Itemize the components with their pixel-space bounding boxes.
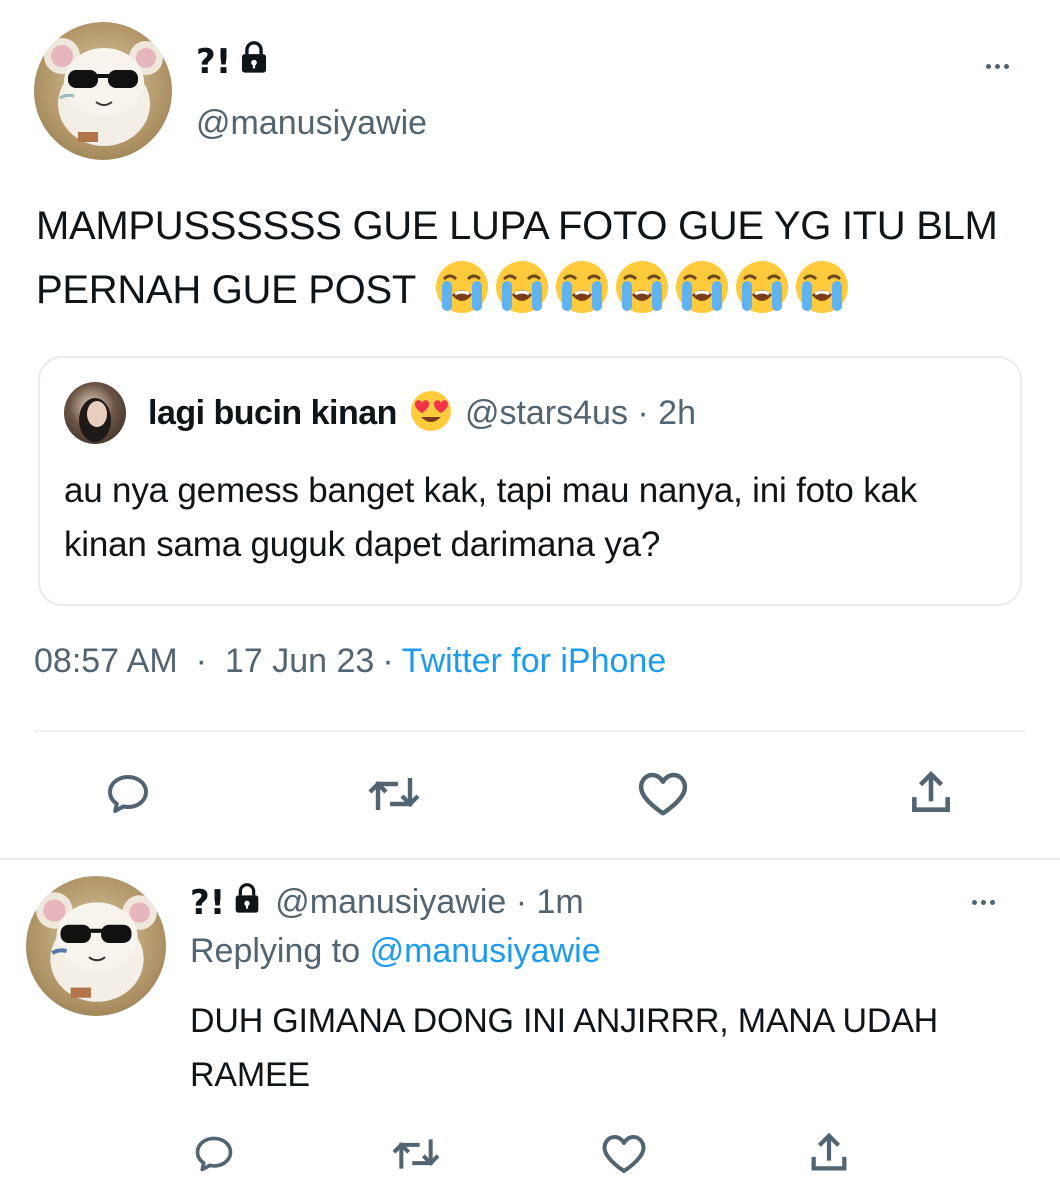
reply-text: DUH GIMANA DONG INI ANJIRRR, MANA UDAH R…	[190, 1002, 939, 1094]
share-icon[interactable]	[906, 768, 956, 823]
like-icon[interactable]	[600, 1130, 648, 1181]
share-icon[interactable]	[806, 1130, 852, 1181]
tweet-source-link[interactable]: Twitter for iPhone	[402, 642, 667, 681]
quoted-display-name: lagi bucin kinan	[148, 393, 397, 432]
reply-handle[interactable]: @manusiyawie · 1m	[275, 883, 584, 922]
lock-icon	[231, 882, 263, 923]
meta-divider	[34, 730, 1026, 732]
retweet-icon[interactable]	[390, 1132, 442, 1181]
quoted-handle: @stars4us · 2h	[464, 393, 696, 432]
tweet-time: 08:57 AM	[34, 642, 178, 680]
more-icon[interactable]	[986, 64, 1009, 69]
crying-emoji-row	[434, 259, 850, 334]
meta-dot-2: ·	[382, 642, 394, 680]
reply-icon[interactable]	[192, 1132, 236, 1181]
quoted-tweet-header: lagi bucin kinan @stars4us · 2h	[64, 382, 696, 444]
main-display-name: ?!	[196, 41, 232, 82]
quoted-tweet-text: au nya gemess banget kak, tapi mau nanya…	[64, 471, 918, 564]
quoted-tweet-card[interactable]: lagi bucin kinan @stars4us · 2h au nya g…	[38, 356, 1022, 606]
heart-eyes-emoji-icon	[409, 389, 453, 438]
main-name-row: ?!	[196, 40, 271, 83]
lock-icon	[237, 40, 271, 83]
quoted-avatar	[64, 382, 126, 444]
crying-emoji-icon	[794, 259, 850, 334]
reply-avatar[interactable]	[26, 876, 166, 1016]
retweet-icon[interactable]	[366, 770, 422, 823]
crying-emoji-icon	[734, 259, 790, 334]
crying-emoji-icon	[614, 259, 670, 334]
replying-to: Replying to @manusiyawie	[190, 932, 601, 971]
reply-header: ?! @manusiyawie · 1m	[190, 882, 584, 923]
tweet-date: 17 Jun 23	[224, 642, 375, 680]
tweet-meta: 08:57 AM · 17 Jun 23 · Twitter for iPhon…	[34, 642, 666, 681]
reply-icon[interactable]	[104, 770, 152, 823]
reply-display-name: ?!	[190, 882, 226, 923]
crying-emoji-icon	[494, 259, 550, 334]
main-avatar[interactable]	[34, 22, 172, 160]
replying-to-label: Replying to	[190, 932, 361, 970]
more-icon[interactable]	[972, 900, 995, 905]
meta-dot: ·	[195, 642, 207, 680]
replying-to-mention[interactable]: @manusiyawie	[370, 932, 601, 970]
main-handle[interactable]: @manusiyawie	[196, 104, 427, 143]
crying-emoji-icon	[554, 259, 610, 334]
crying-emoji-icon	[674, 259, 730, 334]
like-icon[interactable]	[636, 768, 690, 823]
main-tweet-text: MAMPUSSSSSS GUE LUPA FOTO GUE YG ITU BLM…	[36, 194, 1036, 334]
tweet-separator	[0, 858, 1060, 860]
crying-emoji-icon	[434, 259, 490, 334]
